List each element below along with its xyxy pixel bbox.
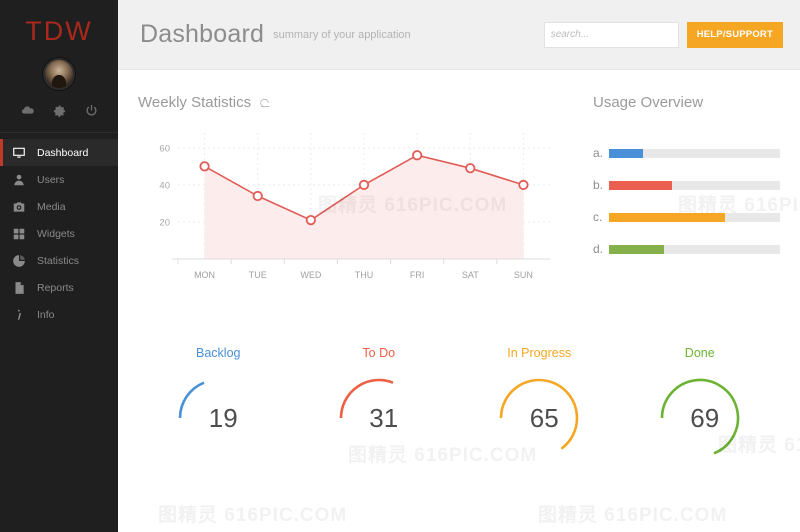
- svg-text:60: 60: [159, 143, 170, 154]
- usage-bar-fill: [609, 244, 664, 254]
- gauge-widget: Done 69: [620, 346, 781, 464]
- gauge-arc: 19: [172, 372, 264, 464]
- svg-text:TUE: TUE: [249, 270, 267, 280]
- top-bar: Dashboard summary of your application HE…: [118, 0, 800, 70]
- top-bar-actions: HELP/SUPPORT: [543, 21, 783, 48]
- usage-bar-label: b.: [593, 178, 604, 192]
- gauge-value: 69: [690, 402, 720, 433]
- svg-text:THU: THU: [355, 270, 374, 280]
- main-area: Dashboard summary of your application HE…: [118, 0, 800, 532]
- user-icon: [14, 174, 24, 185]
- logo: TDW: [25, 16, 93, 46]
- gauge-value: 31: [369, 402, 399, 433]
- avatar[interactable]: [43, 58, 75, 90]
- sidebar-item-reports[interactable]: Reports: [0, 274, 118, 301]
- usage-bar-track: [609, 148, 780, 158]
- gauge-widget: Backlog 19: [138, 346, 299, 464]
- weekly-statistics-widget: Weekly Statistics 20 40 60 MON TUE WED THU FRI S…: [138, 94, 563, 300]
- gauge-label: Done: [684, 346, 715, 360]
- gauge-label: To Do: [362, 346, 396, 360]
- sidebar-item-label: Info: [37, 308, 55, 321]
- sidebar-nav: Dashboard Users Media Widgets Statistics…: [0, 139, 118, 328]
- watermark: 图精灵 616PIC.COM: [538, 505, 728, 526]
- weekly-statistics-header: Weekly Statistics: [138, 94, 563, 111]
- sidebar-item-label: Media: [37, 200, 66, 213]
- sidebar-item-label: Dashboard: [37, 146, 89, 159]
- usage-overview-widget: Usage Overview a. b. c. d.: [593, 94, 780, 300]
- gauge-row: Backlog 19 To Do 31 In Progress 65 Done 69: [138, 346, 780, 464]
- svg-text:20: 20: [159, 217, 170, 228]
- watermark: 图精灵 616PIC.COM: [158, 505, 348, 526]
- power-icon[interactable]: [84, 103, 99, 118]
- usage-bar-row: b.: [593, 169, 780, 201]
- usage-bar-fill: [609, 148, 644, 158]
- svg-text:SAT: SAT: [462, 270, 479, 280]
- svg-text:40: 40: [159, 180, 170, 191]
- usage-bar-label: c.: [593, 210, 603, 224]
- line-chart-svg: 20 40 60 MON TUE WED THU FRI SAT SUN: [159, 133, 550, 280]
- dashboard-app: TDW Dashboard Users Media Widgets Statis…: [0, 0, 800, 532]
- gauge-label: In Progress: [507, 346, 572, 360]
- sidebar-item-label: Users: [37, 173, 65, 186]
- gauge-arc: 31: [333, 372, 425, 464]
- svg-text:SUN: SUN: [514, 270, 533, 280]
- gauge-widget: To Do 31: [299, 346, 460, 464]
- avatar-wrapper: [0, 58, 118, 90]
- top-widgets-row: Weekly Statistics 20 40 60 MON TUE WED THU FRI S…: [138, 94, 780, 300]
- search-input[interactable]: [550, 29, 685, 40]
- sidebar-item-users[interactable]: Users: [0, 166, 118, 193]
- weekly-statistics-chart: 20 40 60 MON TUE WED THU FRI SAT SUN: [138, 125, 563, 300]
- svg-text:MON: MON: [194, 270, 215, 280]
- gauge-arc: 69: [654, 372, 746, 464]
- usage-bar-label: a.: [593, 146, 604, 160]
- gauge-arc: 65: [493, 372, 585, 464]
- weekly-statistics-title: Weekly Statistics: [138, 94, 252, 111]
- camera-icon: [13, 201, 25, 212]
- usage-bar-label: d.: [593, 242, 604, 256]
- usage-bar-track: [609, 244, 780, 254]
- usage-bar-list: a. b. c. d.: [593, 137, 780, 265]
- svg-text:WED: WED: [300, 270, 321, 280]
- usage-bar-fill: [609, 212, 726, 222]
- help-support-button[interactable]: HELP/SUPPORT: [686, 21, 783, 48]
- usage-bar-row: a.: [593, 137, 780, 169]
- page-title: Dashboard: [140, 20, 265, 48]
- sidebar-item-dashboard[interactable]: Dashboard: [0, 139, 118, 166]
- content-area: Weekly Statistics 20 40 60 MON TUE WED THU FRI S…: [118, 94, 800, 464]
- gauge-widget: In Progress 65: [459, 346, 620, 464]
- sidebar-item-label: Statistics: [37, 254, 80, 267]
- sidebar-item-statistics[interactable]: Statistics: [0, 247, 118, 274]
- sidebar-item-info[interactable]: Info: [0, 301, 118, 328]
- usage-bar-row: c.: [593, 201, 780, 233]
- gauge-value: 65: [529, 402, 559, 433]
- svg-text:FRI: FRI: [410, 270, 425, 280]
- usage-bar-track: [609, 212, 780, 222]
- quick-actions: [0, 103, 118, 133]
- usage-bar-fill: [609, 180, 673, 190]
- cloud-icon[interactable]: [20, 103, 35, 118]
- gauge-value: 19: [208, 402, 238, 433]
- grid-icon: [13, 228, 25, 239]
- usage-overview-title: Usage Overview: [593, 94, 704, 111]
- sidebar-item-label: Reports: [37, 281, 74, 294]
- document-icon: [15, 281, 24, 294]
- monitor-icon: [13, 147, 25, 158]
- page-subtitle: summary of your application: [273, 28, 411, 41]
- sidebar-item-label: Widgets: [37, 227, 75, 240]
- gear-icon[interactable]: [52, 103, 67, 118]
- usage-bar-row: d.: [593, 233, 780, 265]
- pie-chart-icon: [13, 254, 25, 267]
- sidebar-item-widgets[interactable]: Widgets: [0, 220, 118, 247]
- sidebar-item-media[interactable]: Media: [0, 193, 118, 220]
- sidebar: TDW Dashboard Users Media Widgets Statis…: [0, 0, 118, 532]
- gauge-label: Backlog: [196, 346, 241, 360]
- refresh-icon[interactable]: [258, 96, 271, 109]
- info-icon: [17, 309, 22, 320]
- search-box[interactable]: [543, 21, 685, 48]
- usage-bar-track: [609, 180, 780, 190]
